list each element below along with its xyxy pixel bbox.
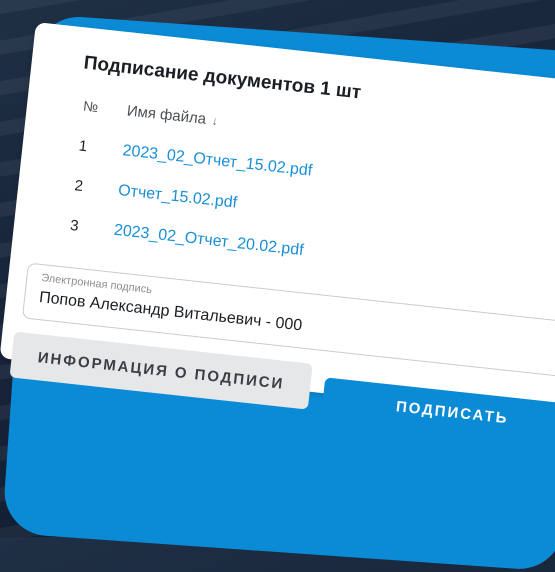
row-number: 3 [69,216,80,235]
file-link[interactable]: 2023_02_Отчет_15.02.pdf [122,142,313,180]
sort-arrow-icon[interactable]: ↓ [211,114,218,129]
file-link[interactable]: 2023_02_Отчет_20.02.pdf [113,222,304,260]
row-number: 1 [77,137,89,156]
dialog-title: Подписание документов 1 шт [82,52,363,104]
column-header-number: № [82,97,100,116]
file-link[interactable]: Отчет_15.02.pdf [117,182,238,213]
row-number: 2 [73,177,84,195]
column-header-filename[interactable]: Имя файла ↓ [126,102,219,129]
signature-value: Попов Александр Витальевич - 000 [38,289,303,335]
sign-documents-dialog: Подписание документов 1 шт № Имя файла ↓ … [0,22,555,448]
column-header-filename-label: Имя файла [126,102,207,128]
